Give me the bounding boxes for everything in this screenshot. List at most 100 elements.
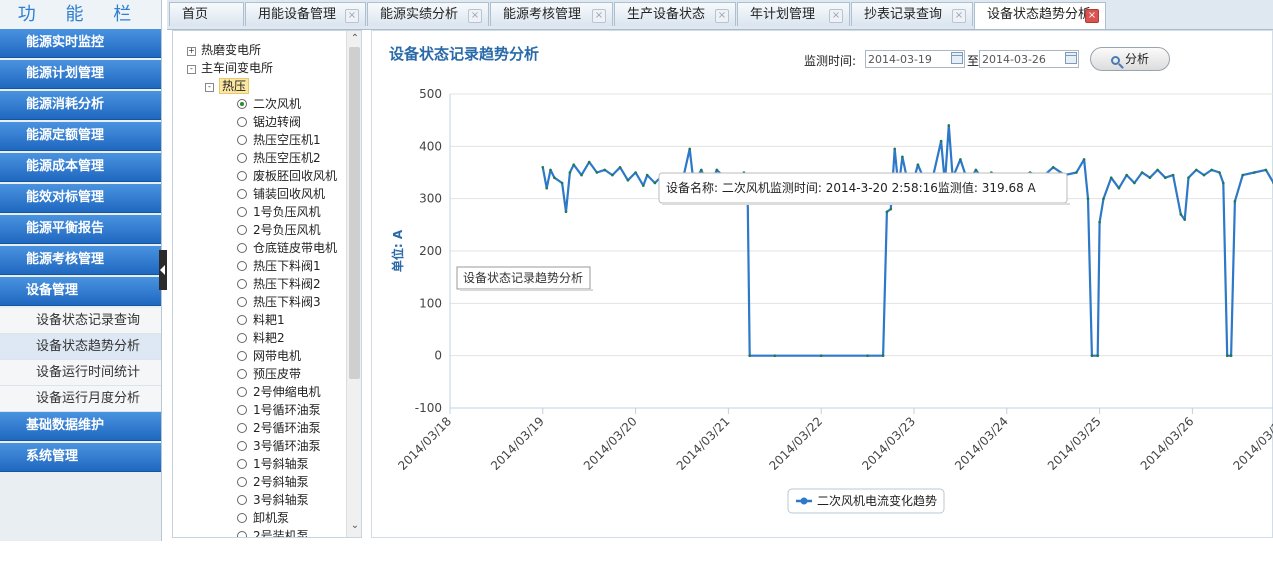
sidebar-item-8[interactable]: 能源考核管理 bbox=[0, 246, 161, 275]
tree-leaf[interactable]: 热压空压机2 bbox=[237, 149, 321, 167]
sidebar-item-2[interactable]: 能源计划管理 bbox=[0, 60, 161, 89]
radio-icon[interactable] bbox=[237, 477, 247, 487]
sidebar-item-9[interactable]: 设备管理 bbox=[0, 277, 161, 306]
tree-scroll-thumb[interactable] bbox=[349, 47, 360, 379]
tree-leaf[interactable]: 预压皮带 bbox=[237, 365, 301, 383]
radio-icon[interactable] bbox=[237, 207, 247, 217]
tab-1[interactable]: 首页 bbox=[169, 2, 244, 26]
close-icon[interactable]: × bbox=[952, 9, 966, 23]
tree-leaf[interactable]: 锯边转阀 bbox=[237, 113, 301, 131]
sidebar-item-bottom-2[interactable]: 系统管理 bbox=[0, 443, 161, 472]
sidebar-item-6[interactable]: 能效对标管理 bbox=[0, 184, 161, 213]
radio-icon[interactable] bbox=[237, 333, 247, 343]
tab-label: 能源实绩分析 bbox=[380, 7, 459, 22]
expand-icon[interactable]: + bbox=[187, 47, 196, 56]
sidebar-item-4[interactable]: 能源定额管理 bbox=[0, 122, 161, 151]
tree-leaf[interactable]: 2号循环油泵 bbox=[237, 419, 321, 437]
close-icon[interactable]: × bbox=[715, 9, 729, 23]
sidebar-subitem-4[interactable]: 设备运行月度分析 bbox=[0, 386, 161, 412]
radio-icon[interactable] bbox=[237, 279, 247, 289]
tree-leaf[interactable]: 2号斜轴泵 bbox=[237, 473, 309, 491]
tree-leaf[interactable]: 3号斜轴泵 bbox=[237, 491, 309, 509]
radio-icon[interactable] bbox=[237, 153, 247, 163]
scroll-up-icon[interactable]: ⌃ bbox=[350, 34, 360, 44]
tree-leaf-label: 2号斜轴泵 bbox=[253, 475, 309, 489]
tab-7[interactable]: 抄表记录查询 × bbox=[851, 2, 973, 26]
sidebar-item-bottom-1[interactable]: 基础数据维护 bbox=[0, 412, 161, 441]
radio-icon[interactable] bbox=[237, 351, 247, 361]
sidebar-item-5[interactable]: 能源成本管理 bbox=[0, 153, 161, 182]
close-icon[interactable]: × bbox=[592, 9, 606, 23]
tree-scrollbar[interactable]: ⌃ ⌄ bbox=[346, 31, 361, 537]
tree-leaf[interactable]: 二次风机 bbox=[237, 95, 301, 113]
data-point bbox=[642, 184, 645, 187]
tree-leaf[interactable]: 铺装回收风机 bbox=[237, 185, 325, 203]
tree-leaf[interactable]: 废板胚回收风机 bbox=[237, 167, 337, 185]
radio-icon[interactable] bbox=[237, 423, 247, 433]
tree-leaf[interactable]: 料耙1 bbox=[237, 311, 285, 329]
tab-5[interactable]: 生产设备状态 × bbox=[614, 2, 736, 26]
scroll-down-icon[interactable]: ⌄ bbox=[350, 521, 360, 531]
tree-leaf[interactable]: 1号循环油泵 bbox=[237, 401, 321, 419]
tree-leaf[interactable]: 热压下料阀2 bbox=[237, 275, 321, 293]
tab-4[interactable]: 能源考核管理 × bbox=[490, 2, 613, 26]
tree-leaf[interactable]: 2号负压风机 bbox=[237, 221, 321, 239]
radio-icon[interactable] bbox=[237, 369, 247, 379]
tree-leaf[interactable]: 2号伸缩电机 bbox=[237, 383, 321, 401]
tree-leaf[interactable]: 2号装机泵 bbox=[237, 527, 309, 537]
tree-leaf[interactable]: 热压下料阀3 bbox=[237, 293, 321, 311]
sidebar-item-3[interactable]: 能源消耗分析 bbox=[0, 91, 161, 120]
radio-icon[interactable] bbox=[237, 189, 247, 199]
radio-icon[interactable] bbox=[237, 459, 247, 469]
sidebar-collapse-handle[interactable] bbox=[159, 250, 167, 290]
radio-icon[interactable] bbox=[237, 315, 247, 325]
radio-icon[interactable] bbox=[237, 495, 247, 505]
tab-6[interactable]: 年计划管理 × bbox=[737, 2, 850, 26]
tab-2[interactable]: 用能设备管理 × bbox=[245, 2, 366, 26]
radio-icon[interactable] bbox=[237, 135, 247, 145]
tree-leaf[interactable]: 料耙2 bbox=[237, 329, 285, 347]
tree-leaf[interactable]: 1号斜轴泵 bbox=[237, 455, 309, 473]
tab-3[interactable]: 能源实绩分析 × bbox=[367, 2, 489, 26]
tree-leaf[interactable]: 1号负压风机 bbox=[237, 203, 321, 221]
close-icon[interactable]: × bbox=[345, 9, 359, 23]
radio-icon[interactable] bbox=[237, 387, 247, 397]
tree-leaf[interactable]: 热压下料阀1 bbox=[237, 257, 321, 275]
sidebar-subitem-1[interactable]: 设备状态记录查询 bbox=[0, 308, 161, 334]
radio-icon[interactable] bbox=[237, 297, 247, 307]
tree-node[interactable]: - 热压 bbox=[205, 77, 250, 95]
sidebar-item-1[interactable]: 能源实时监控 bbox=[0, 29, 161, 58]
radio-icon[interactable] bbox=[237, 441, 247, 451]
radio-icon[interactable] bbox=[237, 171, 247, 181]
tree-node[interactable]: - 主车间变电所 bbox=[187, 59, 273, 77]
sidebar-subitem-3[interactable]: 设备运行时间统计 bbox=[0, 360, 161, 386]
y-axis-label: 单位: A bbox=[390, 229, 405, 272]
radio-icon[interactable] bbox=[237, 531, 247, 537]
tree-node[interactable]: + 热磨变电所 bbox=[187, 41, 261, 59]
radio-icon[interactable] bbox=[237, 405, 247, 415]
radio-icon[interactable] bbox=[237, 225, 247, 235]
sidebar-item-7[interactable]: 能源平衡报告 bbox=[0, 215, 161, 244]
sidebar-subitem-2[interactable]: 设备状态趋势分析 bbox=[0, 334, 161, 360]
close-icon[interactable]: × bbox=[1085, 9, 1099, 23]
radio-icon[interactable] bbox=[237, 117, 247, 127]
tree-leaf[interactable]: 3号循环油泵 bbox=[237, 437, 321, 455]
data-point bbox=[688, 147, 691, 151]
radio-icon[interactable] bbox=[237, 513, 247, 523]
collapse-icon[interactable]: - bbox=[205, 83, 214, 92]
sidebar: 功 能 栏 能源实时监控 能源计划管理 能源消耗分析 能源定额管理 能源成本管理 能效对标… bbox=[0, 0, 162, 541]
radio-icon[interactable] bbox=[237, 261, 247, 271]
collapse-icon[interactable]: - bbox=[187, 65, 196, 74]
x-tick-label: 2014/03/20 bbox=[581, 414, 640, 473]
tab-8[interactable]: 设备状态趋势分析 × bbox=[974, 2, 1106, 29]
tree-leaf-label: 3号斜轴泵 bbox=[253, 493, 309, 507]
radio-icon[interactable] bbox=[237, 99, 247, 109]
tree-leaf[interactable]: 网带电机 bbox=[237, 347, 301, 365]
tree-leaf[interactable]: 热压空压机1 bbox=[237, 131, 321, 149]
radio-icon[interactable] bbox=[237, 243, 247, 253]
y-tick-label: 100 bbox=[419, 296, 442, 310]
close-icon[interactable]: × bbox=[829, 9, 843, 23]
tree-leaf[interactable]: 卸机泵 bbox=[237, 509, 289, 527]
close-icon[interactable]: × bbox=[468, 9, 482, 23]
tree-leaf[interactable]: 仓底链皮带电机 bbox=[237, 239, 337, 257]
